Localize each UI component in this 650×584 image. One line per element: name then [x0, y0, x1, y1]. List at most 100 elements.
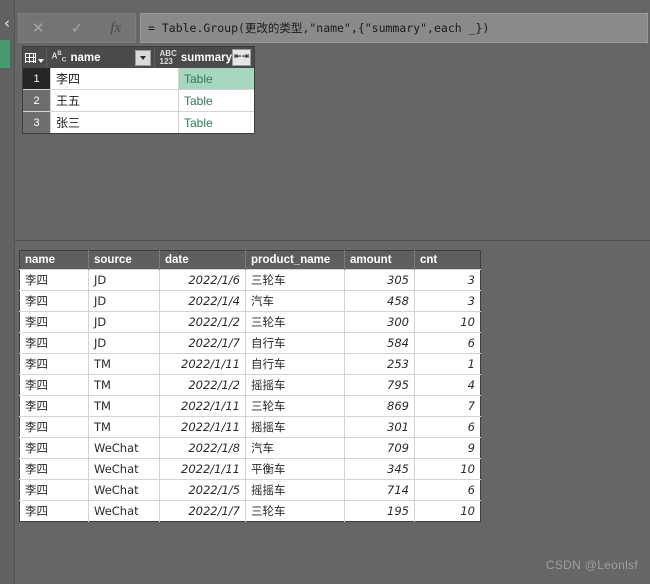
- cell-date: 2022/1/6: [159, 269, 246, 291]
- cell-name: 李四: [19, 479, 89, 501]
- table-row[interactable]: 3 张三 Table: [23, 111, 254, 133]
- cell-cnt: 10: [414, 500, 481, 522]
- column-header-name-label: name: [70, 51, 101, 64]
- queries-rail: ‹: [0, 0, 14, 584]
- expand-columns-icon[interactable]: ⇤⇥: [232, 49, 251, 66]
- cell-cnt: 1: [414, 353, 481, 375]
- cell-cnt: 6: [414, 479, 481, 501]
- cell-product_name: 三轮车: [245, 395, 345, 417]
- chevron-left-icon[interactable]: ‹: [0, 16, 14, 31]
- table-row[interactable]: 李四 JD 2022/1/6 三轮车 305 3: [19, 269, 481, 291]
- preview-body: 李四 JD 2022/1/6 三轮车 305 3 李四 JD 2022/1/4 汽车 458 3 李四 J…: [19, 269, 481, 522]
- cell-source: WeChat: [88, 437, 160, 459]
- preview-column-header-date[interactable]: date: [159, 250, 246, 270]
- table-grid-icon[interactable]: [23, 47, 47, 68]
- table-row[interactable]: 李四 TM 2022/1/11 摇摇车 301 6: [19, 416, 481, 438]
- cell-product_name: 汽车: [245, 290, 345, 312]
- cell-name: 李四: [19, 374, 89, 396]
- table-row[interactable]: 李四 WeChat 2022/1/5 摇摇车 714 6: [19, 479, 481, 501]
- preview-column-header-amount[interactable]: amount: [344, 250, 415, 270]
- cell-source: TM: [88, 374, 160, 396]
- cell-date: 2022/1/5: [159, 479, 246, 501]
- table-row[interactable]: 1 李四 Table: [23, 68, 254, 89]
- cell-cnt: 9: [414, 437, 481, 459]
- cell-product_name: 摇摇车: [245, 479, 345, 501]
- preview-column-header-cnt[interactable]: cnt: [414, 250, 481, 270]
- table-row[interactable]: 2 王五 Table: [23, 89, 254, 111]
- active-query-indicator[interactable]: [0, 40, 10, 68]
- cell-date: 2022/1/8: [159, 437, 246, 459]
- preview-column-header-product_name[interactable]: product_name: [245, 250, 345, 270]
- cell-name: 李四: [19, 269, 89, 291]
- table-row[interactable]: 李四 TM 2022/1/2 摇摇车 795 4: [19, 374, 481, 396]
- cell-source: JD: [88, 332, 160, 354]
- cell-nested-table-link[interactable]: Table: [179, 68, 254, 89]
- table-row[interactable]: 李四 JD 2022/1/4 汽车 458 3: [19, 290, 481, 312]
- preview-header-row: name source date product_name amount cnt: [19, 250, 481, 270]
- confirm-icon[interactable]: ✓: [62, 20, 92, 36]
- cell-amount: 795: [344, 374, 415, 396]
- grid-glyph: [24, 52, 36, 63]
- cell-cnt: 3: [414, 290, 481, 312]
- cell-amount: 195: [344, 500, 415, 522]
- cell-cnt: 10: [414, 311, 481, 333]
- cell-date: 2022/1/2: [159, 374, 246, 396]
- cell-name: 李四: [19, 500, 89, 522]
- group-grid-body: 1 李四 Table 2 王五 Table 3 张三 Table: [23, 68, 254, 133]
- cell-amount: 714: [344, 479, 415, 501]
- fx-icon[interactable]: fx: [101, 20, 131, 36]
- table-row[interactable]: 李四 JD 2022/1/7 自行车 584 6: [19, 332, 481, 354]
- column-header-name[interactable]: ABC name: [47, 47, 155, 68]
- cell-name: 李四: [19, 311, 89, 333]
- cell-nested-table-link[interactable]: Table: [179, 112, 254, 133]
- table-row[interactable]: 李四 WeChat 2022/1/11 平衡车 345 10: [19, 458, 481, 480]
- cell-date: 2022/1/11: [159, 395, 246, 417]
- cell-name: 李四: [19, 458, 89, 480]
- rail-divider: [14, 0, 15, 584]
- table-row[interactable]: 李四 TM 2022/1/11 自行车 253 1: [19, 353, 481, 375]
- cell-name: 李四: [19, 332, 89, 354]
- cell-name[interactable]: 张三: [51, 112, 179, 133]
- cell-source: JD: [88, 311, 160, 333]
- preview-splitter[interactable]: [14, 240, 650, 241]
- cell-amount: 869: [344, 395, 415, 417]
- table-row[interactable]: 李四 WeChat 2022/1/7 三轮车 195 10: [19, 500, 481, 522]
- cell-product_name: 三轮车: [245, 500, 345, 522]
- cell-amount: 584: [344, 332, 415, 354]
- row-number[interactable]: 1: [23, 68, 51, 89]
- cell-product_name: 平衡车: [245, 458, 345, 480]
- cell-product_name: 汽车: [245, 437, 345, 459]
- cell-cnt: 10: [414, 458, 481, 480]
- filter-dropdown-button[interactable]: [134, 49, 151, 66]
- table-row[interactable]: 李四 WeChat 2022/1/8 汽车 709 9: [19, 437, 481, 459]
- cell-amount: 305: [344, 269, 415, 291]
- table-row[interactable]: 李四 JD 2022/1/2 三轮车 300 10: [19, 311, 481, 333]
- row-number[interactable]: 2: [23, 90, 51, 111]
- cell-product_name: 摇摇车: [245, 416, 345, 438]
- table-row[interactable]: 李四 TM 2022/1/11 三轮车 869 7: [19, 395, 481, 417]
- cell-source: TM: [88, 353, 160, 375]
- cancel-icon[interactable]: ✕: [23, 20, 53, 36]
- cell-amount: 709: [344, 437, 415, 459]
- cell-product_name: 三轮车: [245, 311, 345, 333]
- cell-name: 李四: [19, 353, 89, 375]
- row-number[interactable]: 3: [23, 112, 51, 133]
- cell-nested-table-link[interactable]: Table: [179, 90, 254, 111]
- preview-column-header-source[interactable]: source: [88, 250, 160, 270]
- column-header-summary-label: summary: [180, 51, 232, 64]
- cell-name: 李四: [19, 416, 89, 438]
- cell-name[interactable]: 王五: [51, 90, 179, 111]
- cell-product_name: 摇摇车: [245, 374, 345, 396]
- preview-column-header-name[interactable]: name: [19, 250, 89, 270]
- cell-name[interactable]: 李四: [51, 68, 179, 89]
- column-header-summary[interactable]: ABC 123 summary ⇤⇥: [155, 47, 254, 68]
- cell-name: 李四: [19, 437, 89, 459]
- cell-date: 2022/1/2: [159, 311, 246, 333]
- formula-bar: ✕ ✓ fx = Table.Group(更改的类型,"name",{"summ…: [18, 13, 648, 43]
- cell-product_name: 自行车: [245, 332, 345, 354]
- formula-input[interactable]: = Table.Group(更改的类型,"name",{"summary",ea…: [140, 13, 648, 43]
- cell-source: TM: [88, 395, 160, 417]
- cell-date: 2022/1/11: [159, 416, 246, 438]
- cell-date: 2022/1/11: [159, 353, 246, 375]
- cell-amount: 458: [344, 290, 415, 312]
